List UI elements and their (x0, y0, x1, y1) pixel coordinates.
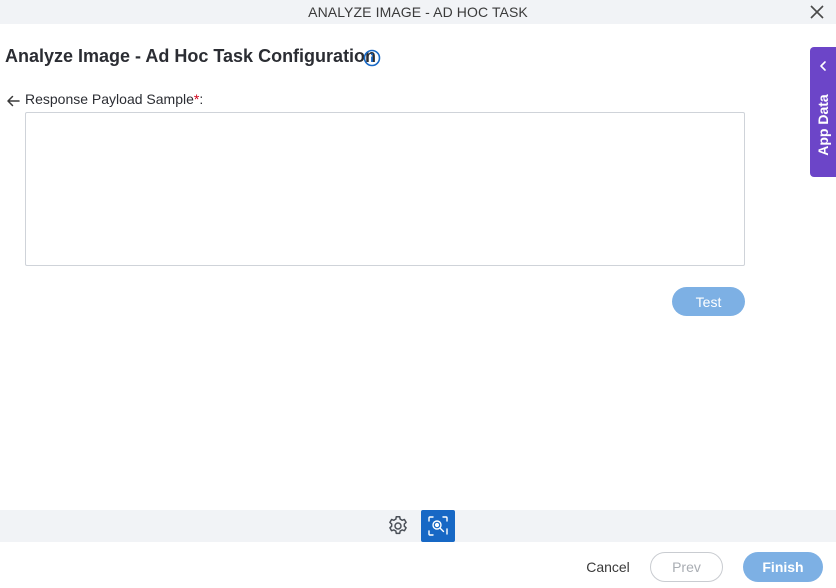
title-bar: ANALYZE IMAGE - AD HOC TASK (0, 0, 836, 24)
payload-label-text: Response Payload Sample (25, 91, 194, 107)
dialog: ANALYZE IMAGE - AD HOC TASK Analyze Imag… (0, 0, 836, 588)
chevron-left-icon (817, 59, 829, 71)
info-icon[interactable] (363, 49, 381, 67)
test-button[interactable]: Test (672, 287, 745, 316)
gear-icon[interactable] (386, 514, 410, 538)
close-icon[interactable] (808, 3, 826, 21)
response-payload-sample-input[interactable] (25, 112, 745, 266)
app-data-tab[interactable]: App Data (810, 47, 836, 177)
finish-button[interactable]: Finish (743, 552, 823, 582)
label-suffix: : (199, 91, 204, 107)
bottom-toolstrip (0, 510, 836, 542)
page-title: Analyze Image - Ad Hoc Task Configuratio… (5, 46, 377, 66)
window-title: ANALYZE IMAGE - AD HOC TASK (308, 4, 528, 20)
arrow-left-icon[interactable] (5, 93, 21, 109)
app-data-label: App Data (815, 94, 831, 156)
payload-label: Response Payload Sample*: (25, 91, 203, 107)
prev-button[interactable]: Prev (650, 552, 723, 582)
cancel-button[interactable]: Cancel (578, 553, 638, 581)
image-search-icon[interactable] (421, 510, 455, 542)
